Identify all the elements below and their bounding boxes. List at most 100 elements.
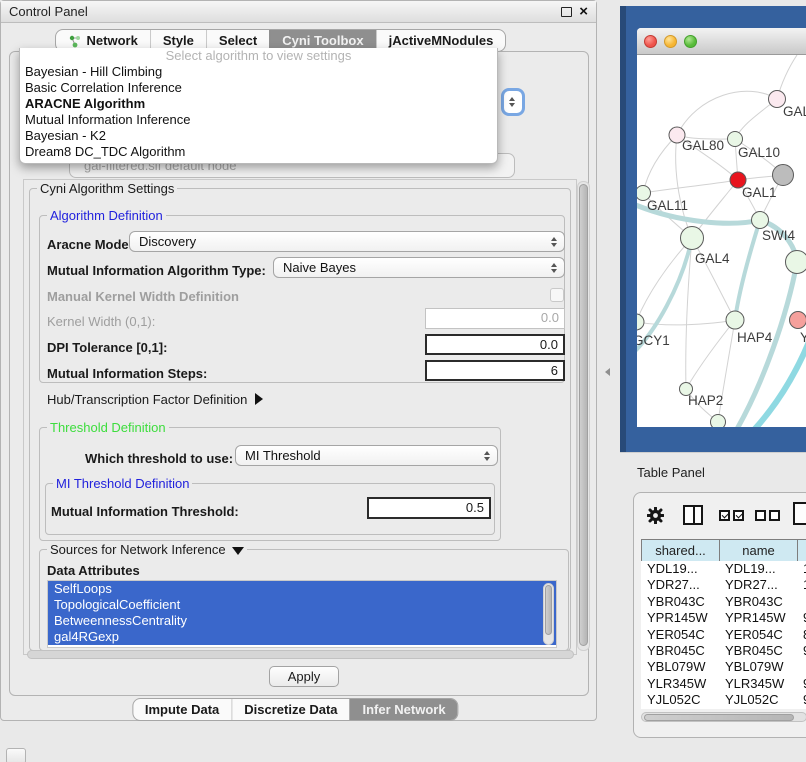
zoom-window-icon[interactable] [684,35,697,48]
settings-hscrollbar[interactable] [27,650,574,659]
bottom-tab-infer-network[interactable]: Infer Network [350,699,458,720]
minimized-panel-button[interactable] [6,748,26,762]
mi-steps-field[interactable]: 6 [425,360,565,381]
table-cell: YDL19... [641,561,719,577]
table-hscrollbar[interactable] [641,712,806,722]
column-layout-icon[interactable] [683,505,703,525]
gear-icon[interactable] [647,507,664,524]
network-edge[interactable] [677,91,777,135]
table-cell: YBR045C [719,643,797,659]
network-edge[interactable] [686,320,735,389]
network-node[interactable] [786,251,806,274]
apply-button[interactable]: Apply [269,666,339,687]
screen: Control Panel × NetworkStyleSelectCyni T… [0,0,806,762]
manual-kernel-label: Manual Kernel Width Definition [47,289,239,304]
network-edge[interactable] [637,320,735,325]
network-node-y[interactable] [790,312,806,329]
combo-stepper-icon [546,263,562,273]
network-edge[interactable] [643,180,738,193]
network-node[interactable] [773,165,794,186]
network-icon [68,34,82,48]
table-cell: YDR27... [641,577,719,593]
settings-vscrollbar[interactable] [577,181,590,651]
table-panel-title: Table Panel [637,465,705,480]
node-label: GCY1 [637,333,670,348]
network-node-hap4[interactable] [726,311,744,329]
algorithm-option-bayesian-k2[interactable]: Bayesian - K2 [20,128,497,144]
algorithm-option-aracne-algorithm[interactable]: ARACNE Algorithm [20,96,497,112]
node-label: GAL [783,104,806,119]
network-canvas[interactable]: GALGAL80GAL10GAL1GAL11SWI4GAL4GCY1HAP4YH… [637,55,806,427]
close-icon[interactable]: × [579,7,588,17]
manual-kernel-checkbox[interactable] [550,288,564,302]
network-node-gal4[interactable] [681,227,704,250]
check-all-icon[interactable] [733,510,744,521]
table-cell: YLR345W [719,676,797,692]
data-attributes-label: Data Attributes [47,563,140,578]
attribute-item-topologicalcoefficient[interactable]: TopologicalCoefficient [48,597,556,613]
node-label: GAL4 [695,251,730,266]
table-row[interactable]: YDR27...YDR27...12 [641,577,806,593]
network-edge[interactable] [735,220,760,320]
which-threshold-combobox[interactable]: MI Threshold [235,445,498,466]
dpi-tolerance-field[interactable]: 0.0 [425,334,565,355]
table-row[interactable]: YBR043CYBR043C [641,594,806,610]
control-panel-title: Control Panel [9,4,88,19]
tab-label: Network [87,33,138,48]
aracne-mode-combobox[interactable]: Discovery [129,231,565,252]
table-body: YDL19...YDL19...13YDR27...YDR27...12YBR0… [641,561,806,709]
table-cell: 9. [797,643,806,659]
hub-section-toggle[interactable]: Hub/Transcription Factor Definition [47,392,263,407]
mi-threshold-field[interactable]: 0.5 [367,497,491,519]
data-attributes-list[interactable]: SelfLoopsTopologicalCoefficientBetweenne… [47,580,557,648]
control-panel-titlebar: Control Panel × [1,1,596,23]
threshold-definition-legend: Threshold Definition [47,421,169,434]
network-edge[interactable] [643,135,677,193]
column-header-a[interactable]: A [798,540,806,562]
table-row[interactable]: YER054CYER054C8. [641,627,806,643]
algorithm-option-basic-correlation-inference[interactable]: Basic Correlation Inference [20,80,497,96]
algorithm-option-bayesian-hill-climbing[interactable]: Bayesian - Hill Climbing [20,64,497,80]
mi-type-value: Naive Bayes [274,260,546,275]
algorithm-option-dream8-dc-tdc-algorithm[interactable]: Dream8 DC_TDC Algorithm [20,144,497,160]
table-panel-header: Table Panel [620,452,806,490]
minimize-window-icon[interactable] [664,35,677,48]
attribute-item-gal4rgexp[interactable]: gal4RGexp [48,629,556,645]
table-row[interactable]: YLR345WYLR345W9. [641,676,806,692]
close-window-icon[interactable] [644,35,657,48]
dpi-tolerance-value: 0.0 [540,337,558,352]
table-row[interactable]: YDL19...YDL19...13 [641,561,806,577]
uncheck-all-icon[interactable] [769,510,780,521]
attribute-item-betweennesscentrality[interactable]: BetweennessCentrality [48,613,556,629]
table-cell: YJL052C [719,692,797,708]
column-header-name[interactable]: name [720,540,798,562]
table-row[interactable]: YBR045CYBR045C9. [641,643,806,659]
inference-algorithm-combobox-fragment[interactable] [501,88,525,116]
table-row[interactable]: YBL079WYBL079W [641,659,806,675]
mi-type-combobox[interactable]: Naive Bayes [273,257,565,278]
table-file-icon[interactable] [793,502,806,525]
algorithm-option-mutual-information-inference[interactable]: Mutual Information Inference [20,112,497,128]
attributes-scrollbar[interactable] [543,583,554,645]
network-node[interactable] [711,415,726,428]
bottom-tab-discretize-data[interactable]: Discretize Data [231,699,349,720]
aracne-mode-value: Discovery [130,234,546,249]
attribute-item-selfloops[interactable]: SelfLoops [48,581,556,597]
table-cell: 8. [797,627,806,643]
bottom-tabbar: Impute DataDiscretize DataInfer Network [132,698,459,721]
table-cell: YPR145W [641,610,719,626]
network-node-gcy1[interactable] [637,314,644,330]
panel-divider-handle[interactable] [605,368,610,376]
float-panel-icon[interactable] [561,7,572,17]
network-node-swi4[interactable] [752,212,769,229]
bottom-tab-impute-data[interactable]: Impute Data [133,699,231,720]
table-cell [797,659,806,675]
table-row[interactable]: YJL052CYJL052C9. [641,692,806,708]
column-header-shared[interactable]: shared... [642,540,720,562]
combo-stepper-icon [479,451,495,461]
node-label: GAL1 [742,185,777,200]
sources-legend[interactable]: Sources for Network Inference [47,543,247,556]
uncheck-all-icon[interactable] [755,510,766,521]
table-row[interactable]: YPR145WYPR145W9. [641,610,806,626]
check-all-icon[interactable] [719,510,730,521]
